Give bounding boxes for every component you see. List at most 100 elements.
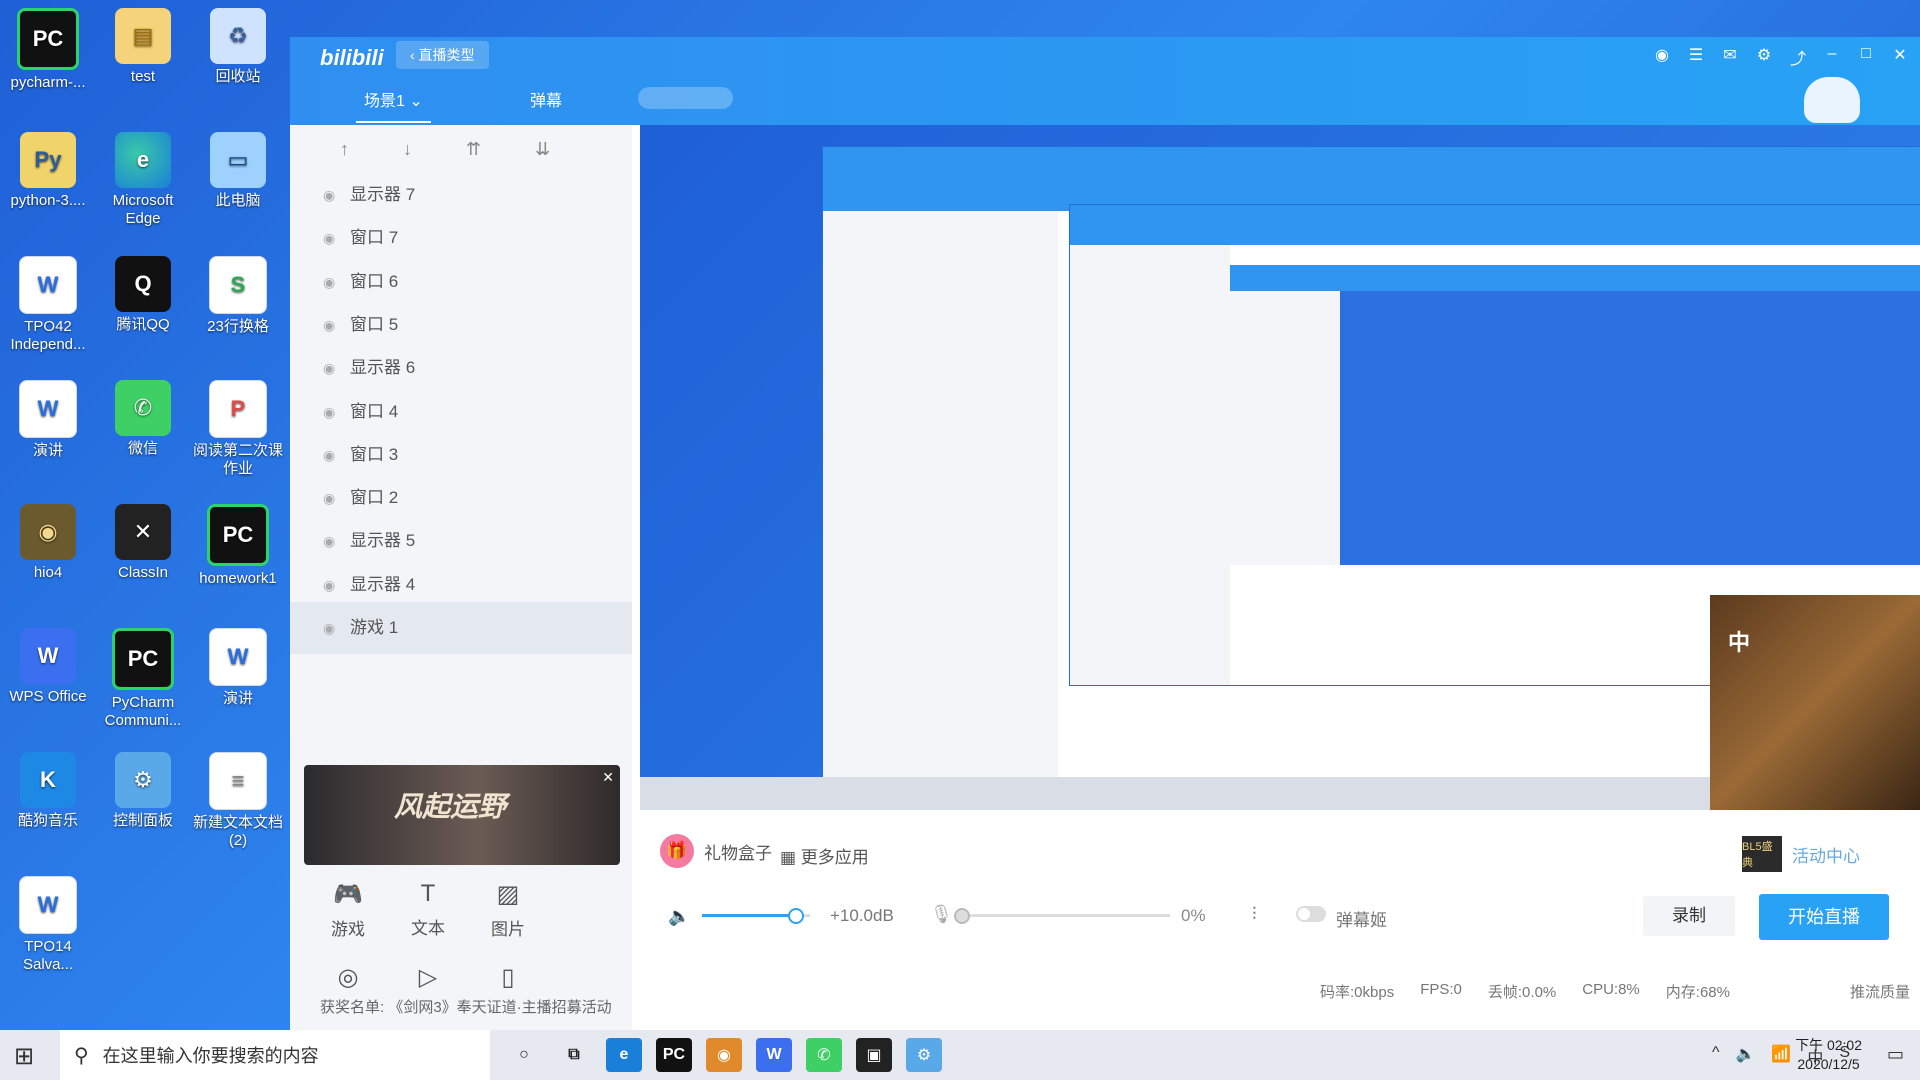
pycharm-icon[interactable]: PC: [656, 1038, 692, 1072]
settings-icon[interactable]: ⚙: [1754, 45, 1774, 69]
desktop-icon[interactable]: W WPS Office: [2, 628, 94, 706]
stat-item: CPU:8%: [1582, 981, 1640, 998]
volume-icon[interactable]: 🔈: [1735, 1044, 1755, 1068]
start-live-button[interactable]: 开始直播: [1759, 894, 1889, 940]
avatar-icon[interactable]: ◉: [1652, 45, 1672, 69]
stream-quality[interactable]: 推流质量: [1850, 981, 1910, 1002]
desktop-icon[interactable]: ▭ 此电脑: [192, 132, 284, 210]
live-type-button[interactable]: ‹ 直播类型: [396, 41, 489, 69]
tray-expand-icon[interactable]: ^: [1712, 1044, 1720, 1068]
control-panel: 🎁 礼物盒子 ▦ 更多应用 BL5盛典 活动中心 🔈 +10.0dB 🎙 0% …: [640, 810, 1920, 1030]
activity-center-button[interactable]: BL5盛典 活动中心: [1742, 836, 1860, 872]
desktop-icon-label: pycharm-...: [10, 74, 86, 91]
desktop-icon-label: TPO14 Salva...: [22, 938, 74, 973]
text-file-icon: ≡: [209, 752, 267, 810]
tab-danmu[interactable]: 弹幕: [530, 87, 562, 111]
game-banner[interactable]: 风起运野 ✕: [304, 765, 620, 865]
desktop-icon[interactable]: W 演讲: [192, 628, 284, 708]
desktop-icon[interactable]: PC PyCharm Communi...: [97, 628, 189, 730]
desktop-icon[interactable]: W 演讲: [2, 380, 94, 460]
scene-name-field[interactable]: [638, 87, 733, 109]
move-up-icon[interactable]: ↑: [340, 139, 349, 160]
wps-icon[interactable]: W: [756, 1038, 792, 1072]
maximize-icon[interactable]: □: [1856, 45, 1876, 69]
notification-icon[interactable]: ▭: [1887, 1044, 1904, 1065]
menu-icon[interactable]: ☰: [1686, 45, 1706, 69]
mail-icon[interactable]: ✉: [1720, 45, 1740, 69]
gift-icon: 🎁: [660, 834, 694, 868]
desktop-icon[interactable]: PC homework1: [192, 504, 284, 588]
windows-start-icon[interactable]: ⊞: [14, 1042, 34, 1071]
add-source-text-button[interactable]: T 文本: [388, 880, 468, 939]
desktop-icon[interactable]: W TPO14 Salva...: [2, 876, 94, 974]
desktop-icon[interactable]: ♻ 回收站: [192, 8, 284, 86]
phone-icon: ▯: [501, 964, 515, 991]
desktop-icon-label: homework1: [199, 570, 277, 587]
desktop-icon-label: 演讲: [222, 690, 253, 707]
add-source-game-button[interactable]: 🎮 游戏: [308, 880, 388, 940]
close-icon[interactable]: ✕: [1890, 45, 1910, 69]
speaker-icon[interactable]: 🔈: [668, 906, 690, 927]
tab-scene-1[interactable]: 场景1 ⌄: [356, 87, 431, 123]
game-icon[interactable]: ◉: [706, 1038, 742, 1072]
desktop-icon[interactable]: ✆ 微信: [97, 380, 189, 458]
minimize-icon[interactable]: –: [1822, 45, 1842, 69]
danmu-ji-label: 弹幕姬: [1336, 911, 1387, 930]
desktop-icon[interactable]: ✕ ClassIn: [97, 504, 189, 582]
danmu-ji-toggle[interactable]: [1296, 906, 1326, 922]
volume-slider[interactable]: [702, 908, 810, 924]
title-bar-actions: ◉ ☰ ✉ ⚙ ⤴ – □ ✕: [1652, 45, 1910, 69]
desktop-icon[interactable]: ◉ hio4: [2, 504, 94, 582]
desktop-icon[interactable]: ▤ test: [97, 8, 189, 86]
mic-slider[interactable]: [954, 908, 1170, 924]
desktop-icon[interactable]: P 阅读第二次课作业: [192, 380, 284, 478]
task-view-icon[interactable]: ⧉: [556, 1038, 592, 1072]
edge-icon[interactable]: e: [606, 1038, 642, 1072]
notice-text[interactable]: 获奖名单: 《剑网3》奉天证道·主播招募活动: [320, 996, 612, 1017]
mixer-icon[interactable]: ⫶: [1252, 904, 1257, 925]
desktop-icon[interactable]: K 酷狗音乐: [2, 752, 94, 830]
eye-icon[interactable]: ◉: [323, 602, 335, 654]
desktop-icon[interactable]: Py python-3....: [2, 132, 94, 210]
cortana-icon[interactable]: ○: [506, 1038, 542, 1072]
desktop-icon[interactable]: S 23行换格: [192, 256, 284, 336]
close-icon[interactable]: ✕: [602, 769, 614, 786]
source-item[interactable]: ◉ 游戏 1: [290, 602, 632, 654]
mic-muted-icon[interactable]: 🎙: [930, 904, 953, 925]
move-bottom-icon[interactable]: ⇊: [535, 139, 550, 160]
gift-box-button[interactable]: 🎁 礼物盒子: [660, 834, 772, 868]
add-source-image-button[interactable]: ▨ 图片: [468, 880, 548, 940]
wechat-icon[interactable]: ✆: [806, 1038, 842, 1072]
desktop-icon[interactable]: PC pycharm-...: [2, 8, 94, 92]
desktop-icon[interactable]: e Microsoft Edge: [97, 132, 189, 228]
stream-preview: 中: [640, 125, 1920, 810]
taskbar-search[interactable]: ⚲ 在这里输入你要搜索的内容: [60, 1030, 490, 1080]
source-label: 游戏 1: [350, 618, 399, 637]
desktop-icon[interactable]: W TPO42 Independ...: [2, 256, 94, 354]
preview-title-bar: [1230, 265, 1920, 291]
image-icon: ▨: [496, 881, 520, 908]
app-icon[interactable]: ▣: [856, 1038, 892, 1072]
add-source-button[interactable]: ◎: [308, 963, 388, 998]
desktop-icon-label: 23行换格: [207, 318, 269, 335]
desktop-icon[interactable]: ⚙ 控制面板: [97, 752, 189, 830]
move-down-icon[interactable]: ↓: [403, 139, 412, 160]
word-doc-icon: W: [209, 628, 267, 686]
more-apps-button[interactable]: ▦ 更多应用: [780, 843, 869, 868]
desktop-icon[interactable]: Q 腾讯QQ: [97, 256, 189, 334]
share-icon[interactable]: ⤴: [1788, 45, 1808, 69]
mic-knob[interactable]: [954, 908, 970, 924]
this-pc-icon: ▭: [210, 132, 266, 188]
preview-source-panel: [1070, 245, 1230, 685]
volume-knob[interactable]: [787, 908, 804, 924]
control-panel-icon[interactable]: ⚙: [906, 1038, 942, 1072]
network-icon[interactable]: 📶: [1771, 1044, 1791, 1068]
desktop-icon[interactable]: ≡ 新建文本文档 (2): [192, 752, 284, 850]
word-doc-icon: W: [19, 256, 77, 314]
add-source-button[interactable]: ▷: [388, 963, 468, 998]
add-source-button[interactable]: ▯: [468, 963, 548, 998]
clock[interactable]: 下午 02:02 2020/12/5: [1795, 1036, 1862, 1074]
record-button[interactable]: 录制: [1643, 896, 1735, 936]
clock-time: 下午 02:02: [1795, 1037, 1862, 1053]
move-top-icon[interactable]: ⇈: [466, 139, 481, 160]
